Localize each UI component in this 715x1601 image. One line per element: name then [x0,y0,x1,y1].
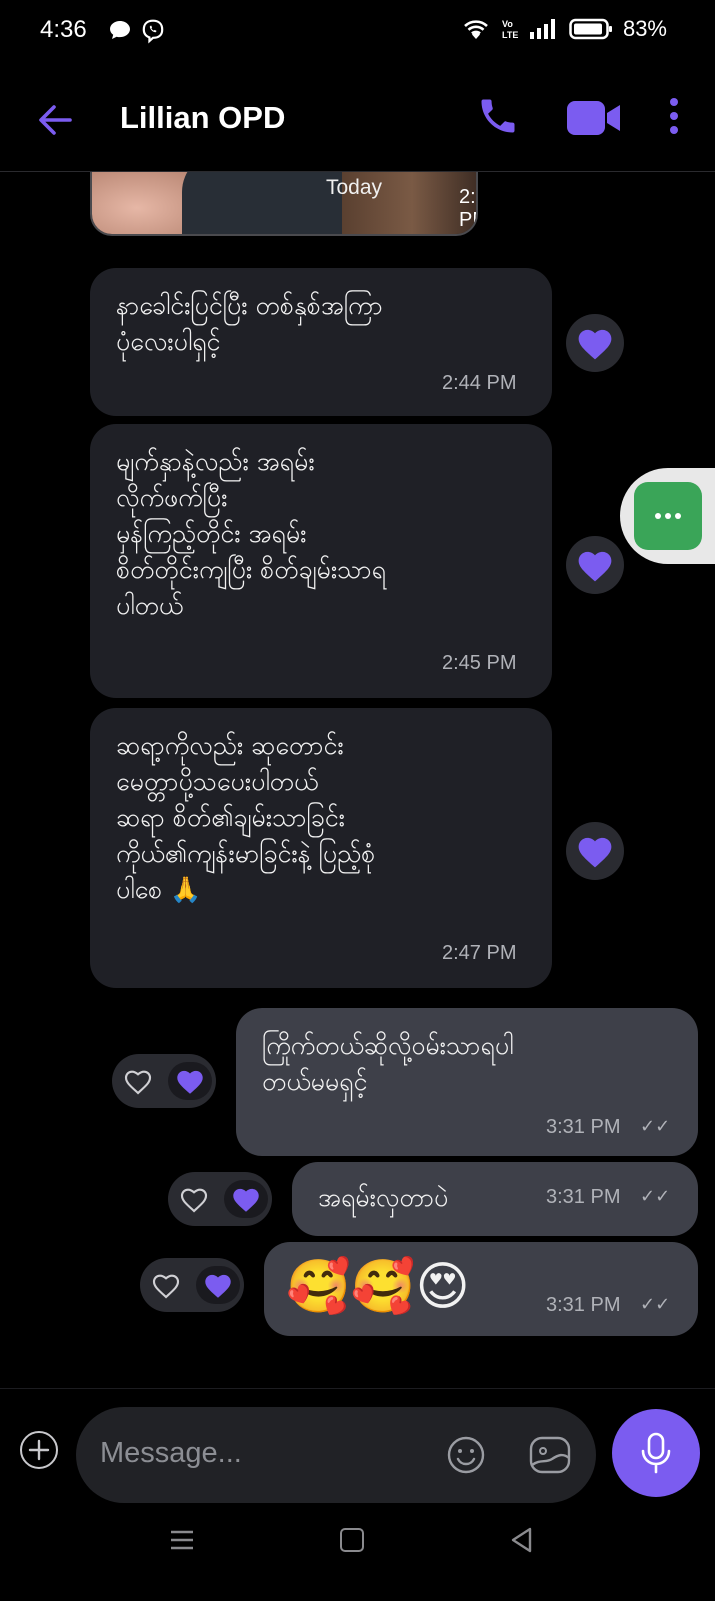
heart-icon [578,329,612,360]
message-time: 2:44 PM [442,372,517,394]
emoji-icon [447,1436,485,1474]
message-time: 3:31 PM [546,1294,621,1316]
status-bar: 4:36 Vo LTE 83% [0,0,715,64]
outgoing-message[interactable]: ကြိုက်တယ်ဆိုလို့ဝမ်းသာရပါ တယ်မမရှင့် 3:3… [236,1008,698,1156]
outgoing-message[interactable]: 🥰🥰😍 3:31 PM ✓✓ [264,1242,698,1336]
message-text: ဆရာ့ကိုလည်း ဆုတောင်း မေတ္တာပို့သပေးပါတယ်… [116,731,376,904]
message-text: မျက်နှာနဲ့လည်း အရမ်း လိုက်ဖက်ပြီး မှန်ကြ… [116,447,386,620]
incoming-message[interactable]: ဆရာ့ကိုလည်း ဆုတောင်း မေတ္တာပို့သပေးပါတယ်… [90,708,552,988]
svg-text:LTE: LTE [502,30,518,40]
message-text: အရမ်းလှတာပဲ [318,1183,449,1212]
svg-text:Vo: Vo [502,19,513,29]
attach-button[interactable] [20,1431,58,1469]
heart-outline-icon [180,1188,208,1213]
system-back-button[interactable] [508,1526,536,1554]
chat-header: Lillian OPD [0,64,715,172]
incoming-message[interactable]: မျက်နှာနဲ့လည်း အရမ်း လိုက်ဖက်ပြီး မှန်ကြ… [90,424,552,698]
message-composer: Message... [0,1388,715,1508]
triangle-back-icon [511,1527,532,1553]
voice-call-button[interactable] [476,94,520,138]
sticker-button[interactable] [528,1435,572,1475]
reaction-pill[interactable] [112,1054,216,1108]
heart-icon [578,837,612,868]
more-options-button[interactable] [666,96,682,136]
message-time: 3:31 PM [546,1116,621,1138]
read-receipt-icon: ✓✓ [640,1116,671,1137]
heart-icon [177,1070,203,1094]
message-time: 2:47 PM [442,942,517,964]
heart-icon [233,1188,259,1212]
menu-icon [171,1530,193,1550]
plus-icon [28,1439,50,1461]
like-button[interactable] [566,536,624,594]
heart-icon [205,1274,231,1298]
reaction-pill[interactable] [140,1258,244,1312]
wifi-icon [464,20,488,39]
recents-button[interactable] [168,1528,196,1552]
back-button[interactable] [34,98,78,142]
message-input[interactable]: Message... [76,1407,596,1503]
phone-icon [481,99,515,133]
video-camera-icon [567,101,620,135]
incoming-message[interactable]: နာခေါင်းပြင်ပြီး တစ်နှစ်အကြာ ပုံလေးပါရှင… [90,268,552,416]
signal-icon [529,19,555,39]
like-button[interactable] [566,314,624,372]
home-button[interactable] [340,1528,364,1552]
quick-action-button[interactable] [620,468,715,564]
heart-outline-icon [124,1070,152,1095]
read-receipt-icon: ✓✓ [640,1294,671,1315]
date-divider: Today [326,176,383,199]
reaction-pill[interactable] [168,1172,272,1226]
status-time: 4:36 [40,16,87,43]
message-list[interactable]: 2:44 PM Today နာခေါင်းပြင်ပြီး တစ်နှစ်အက… [0,172,715,1388]
contact-name[interactable]: Lillian OPD [120,100,285,136]
outgoing-message[interactable]: အရမ်းလှတာပဲ 3:31 PM ✓✓ [292,1162,698,1236]
message-text: နာခေါင်းပြင်ပြီး တစ်နှစ်အကြာ ပုံလေးပါရှင… [116,291,383,356]
microphone-icon [641,1432,671,1474]
message-time: 3:31 PM [546,1186,621,1208]
viber-icon [142,19,164,44]
more-horizontal-icon [655,513,681,519]
read-receipt-icon: ✓✓ [640,1186,671,1207]
message-time: 2:45 PM [442,652,517,674]
heart-icon [578,551,612,582]
video-call-button[interactable] [566,100,622,136]
voice-message-button[interactable] [612,1409,700,1497]
message-text: ကြိုက်တယ်ဆိုလို့ဝမ်းသာရပါ တယ်မမရှင့် [262,1031,514,1096]
more-vertical-icon [670,98,678,134]
heart-outline-icon [152,1274,180,1299]
message-input-placeholder: Message... [100,1437,242,1469]
battery-percent: 83% [622,16,667,41]
volte-icon: VoLTE [502,19,518,40]
sticker-icon [529,1436,571,1474]
message-time: 2:44 PM [459,186,476,231]
emoji-message: 🥰🥰😍 [286,1257,470,1317]
chat-bubble-icon [110,21,130,39]
like-button[interactable] [566,822,624,880]
battery-icon [569,18,612,40]
system-navigation-bar [0,1508,715,1601]
back-arrow-icon [39,105,72,135]
photo-message[interactable]: 2:44 PM [90,172,478,236]
emoji-button[interactable] [446,1435,486,1475]
